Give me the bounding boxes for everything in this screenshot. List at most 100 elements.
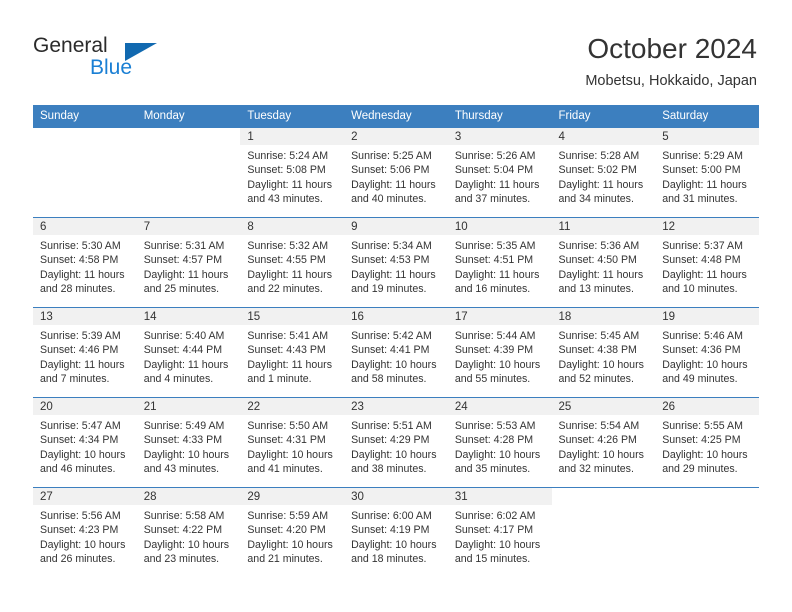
general-blue-logo[interactable]: General Blue [33, 34, 213, 84]
sunrise-text: Sunrise: 5:40 AM [143, 330, 225, 342]
calendar-week-row: 27 Sunrise: 5:56 AM Sunset: 4:23 PM Dayligh… [33, 487, 759, 578]
calendar-day-cell[interactable]: 2 Sunrise: 5:25 AM Sunset: 5:06 PM Daylight… [344, 127, 448, 218]
calendar-week-row: 1 Sunrise: 5:24 AM Sunset: 5:08 PM Daylight… [33, 127, 759, 218]
calendar-day-cell[interactable]: 11 Sunrise: 5:36 AM Sunset: 4:50 PM Dayligh… [551, 217, 656, 308]
sunset-text: Sunset: 4:38 PM [558, 344, 637, 357]
day-number [136, 128, 241, 145]
daylight-text-line1: Daylight: 11 hours [143, 268, 229, 281]
sunset-text: Sunset: 4:39 PM [454, 344, 534, 357]
calendar-day-cell[interactable]: 23 Sunrise: 5:51 AM Sunset: 4:29 PM Dayligh… [344, 397, 448, 488]
sunrise-text: Sunrise: 5:42 AM [351, 330, 432, 342]
day-number: 5 [655, 128, 759, 145]
day-details: Sunrise: 5:39 AM Sunset: 4:46 PM Daylight:… [33, 325, 137, 386]
day-details: Sunrise: 5:56 AM Sunset: 4:23 PM Daylight:… [33, 505, 137, 566]
page-subtitle: Mobetsu, Hokkaido, Japan [585, 73, 757, 89]
calendar-day-cell[interactable]: 28 Sunrise: 5:58 AM Sunset: 4:22 PM Dayligh… [136, 487, 241, 578]
sunset-text: Sunset: 4:29 PM [351, 434, 430, 447]
daylight-text-line2: and 32 minutes. [558, 462, 634, 475]
day-details: Sunrise: 5:59 AM Sunset: 4:20 PM Daylight:… [240, 505, 344, 566]
daylight-text-line2: and 55 minutes. [454, 372, 531, 385]
day-number: 27 [33, 488, 137, 505]
sunrise-text: Sunrise: 5:41 AM [247, 330, 329, 342]
calendar-day-cell[interactable]: 10 Sunrise: 5:35 AM Sunset: 4:51 PM Dayligh… [447, 217, 552, 308]
calendar-day-cell[interactable]: 12 Sunrise: 5:37 AM Sunset: 4:48 PM Dayligh… [655, 217, 759, 308]
calendar-day-cell[interactable]: 20 Sunrise: 5:47 AM Sunset: 4:34 PM Dayligh… [33, 397, 137, 488]
calendar-week-row: 6 Sunrise: 5:30 AM Sunset: 4:58 PM Daylight… [33, 217, 759, 308]
calendar-day-cell[interactable]: 22 Sunrise: 5:50 AM Sunset: 4:31 PM Dayligh… [240, 397, 345, 488]
day-details: Sunrise: 5:45 AM Sunset: 4:38 PM Daylight:… [552, 325, 656, 386]
daylight-text-line2: and 23 minutes. [143, 552, 220, 565]
calendar-week-row: 20 Sunrise: 5:47 AM Sunset: 4:34 PM Dayligh… [33, 397, 759, 488]
calendar-day-cell[interactable]: 26 Sunrise: 5:55 AM Sunset: 4:25 PM Dayligh… [655, 397, 759, 488]
daylight-text-line1: Daylight: 10 hours [40, 448, 126, 461]
daylight-text-line2: and 34 minutes. [558, 192, 634, 205]
sunset-text: Sunset: 4:33 PM [143, 434, 223, 447]
sunrise-text: Sunrise: 5:39 AM [40, 330, 121, 342]
daylight-text-line2: and 38 minutes. [351, 462, 427, 475]
sunset-text: Sunset: 4:55 PM [247, 254, 326, 267]
sunrise-text: Sunrise: 5:26 AM [454, 150, 536, 162]
daylight-text-line2: and 18 minutes. [351, 552, 427, 565]
day-number: 16 [344, 308, 448, 325]
calendar-day-cell[interactable]: 19 Sunrise: 5:46 AM Sunset: 4:36 PM Dayligh… [655, 307, 759, 398]
calendar-day-cell[interactable]: 13 Sunrise: 5:39 AM Sunset: 4:46 PM Dayligh… [33, 307, 137, 398]
calendar-day-cell[interactable]: 27 Sunrise: 5:56 AM Sunset: 4:23 PM Dayligh… [33, 487, 137, 578]
sunrise-text: Sunrise: 5:45 AM [558, 330, 640, 342]
sunrise-text: Sunrise: 5:36 AM [558, 240, 640, 252]
sunrise-text: Sunrise: 5:53 AM [454, 420, 536, 432]
day-number: 18 [551, 308, 656, 325]
sunset-text: Sunset: 4:57 PM [143, 254, 223, 267]
calendar-day-cell[interactable]: 4 Sunrise: 5:28 AM Sunset: 5:02 PM Daylight… [551, 127, 656, 218]
calendar-day-cell[interactable]: 7 Sunrise: 5:31 AM Sunset: 4:57 PM Daylight… [136, 217, 241, 308]
sunrise-text: Sunrise: 5:44 AM [454, 330, 536, 342]
day-number: 23 [344, 398, 448, 415]
calendar-page: General Blue October 2024 Mobetsu, Hokka… [0, 0, 792, 612]
calendar-day-cell[interactable]: 6 Sunrise: 5:30 AM Sunset: 4:58 PM Daylight… [33, 217, 137, 308]
calendar-day-cell[interactable]: 5 Sunrise: 5:29 AM Sunset: 5:00 PM Daylight… [655, 127, 759, 218]
sunset-text: Sunset: 4:48 PM [662, 254, 741, 267]
daylight-text-line2: and 10 minutes. [662, 282, 738, 295]
logo-word-blue: Blue [90, 56, 133, 79]
daylight-text-line2: and 28 minutes. [40, 282, 116, 295]
day-number: 14 [136, 308, 241, 325]
weekday-header-tuesday: Tuesday [240, 105, 345, 128]
daylight-text-line1: Daylight: 10 hours [143, 538, 230, 551]
daylight-text-line2: and 29 minutes. [662, 462, 738, 475]
calendar-day-cell[interactable]: 14 Sunrise: 5:40 AM Sunset: 4:44 PM Dayligh… [136, 307, 241, 398]
daylight-text-line1: Daylight: 10 hours [454, 448, 541, 461]
sunrise-text: Sunrise: 5:24 AM [247, 150, 329, 162]
sunset-text: Sunset: 4:46 PM [40, 344, 119, 357]
calendar-day-cell[interactable]: 31 Sunrise: 6:02 AM Sunset: 4:17 PM Dayligh… [447, 487, 552, 578]
calendar-day-cell[interactable]: 25 Sunrise: 5:54 AM Sunset: 4:26 PM Dayligh… [551, 397, 656, 488]
calendar-day-cell[interactable]: 15 Sunrise: 5:41 AM Sunset: 4:43 PM Dayligh… [240, 307, 345, 398]
day-details [137, 145, 241, 149]
day-number: 8 [240, 218, 345, 235]
calendar-day-cell[interactable]: 16 Sunrise: 5:42 AM Sunset: 4:41 PM Dayligh… [344, 307, 448, 398]
calendar-day-cell[interactable]: 18 Sunrise: 5:45 AM Sunset: 4:38 PM Dayligh… [551, 307, 656, 398]
daylight-text-line2: and 25 minutes. [143, 282, 220, 295]
calendar-day-cell[interactable]: 1 Sunrise: 5:24 AM Sunset: 5:08 PM Daylight… [240, 127, 345, 218]
daylight-text-line1: Daylight: 11 hours [247, 358, 333, 371]
calendar-day-cell[interactable]: 30 Sunrise: 6:00 AM Sunset: 4:19 PM Dayligh… [344, 487, 448, 578]
calendar-day-cell[interactable]: 17 Sunrise: 5:44 AM Sunset: 4:39 PM Dayligh… [447, 307, 552, 398]
sunset-text: Sunset: 4:19 PM [351, 524, 430, 537]
daylight-text-line2: and 49 minutes. [662, 372, 738, 385]
calendar-day-cell[interactable]: 8 Sunrise: 5:32 AM Sunset: 4:55 PM Daylight… [240, 217, 345, 308]
daylight-text-line1: Daylight: 10 hours [351, 448, 437, 461]
day-details: Sunrise: 5:40 AM Sunset: 4:44 PM Daylight:… [137, 325, 241, 386]
calendar-day-cell[interactable]: 21 Sunrise: 5:49 AM Sunset: 4:33 PM Dayligh… [136, 397, 241, 488]
calendar-day-cell-empty [33, 127, 137, 218]
weekday-header-saturday: Saturday [655, 105, 759, 128]
day-number: 10 [447, 218, 552, 235]
calendar-week-row: 13 Sunrise: 5:39 AM Sunset: 4:46 PM Dayligh… [33, 307, 759, 398]
calendar-day-cell[interactable]: 29 Sunrise: 5:59 AM Sunset: 4:20 PM Dayligh… [240, 487, 345, 578]
day-details: Sunrise: 5:30 AM Sunset: 4:58 PM Daylight:… [33, 235, 137, 296]
calendar-day-cell[interactable]: 24 Sunrise: 5:53 AM Sunset: 4:28 PM Dayligh… [447, 397, 552, 488]
calendar-day-cell[interactable]: 9 Sunrise: 5:34 AM Sunset: 4:53 PM Daylight… [344, 217, 448, 308]
sunrise-text: Sunrise: 5:51 AM [351, 420, 432, 432]
day-number: 28 [136, 488, 241, 505]
daylight-text-line2: and 43 minutes. [247, 192, 323, 205]
daylight-text-line1: Daylight: 11 hours [558, 178, 644, 191]
day-details: Sunrise: 5:49 AM Sunset: 4:33 PM Daylight:… [137, 415, 241, 476]
calendar-day-cell[interactable]: 3 Sunrise: 5:26 AM Sunset: 5:04 PM Daylight… [447, 127, 552, 218]
